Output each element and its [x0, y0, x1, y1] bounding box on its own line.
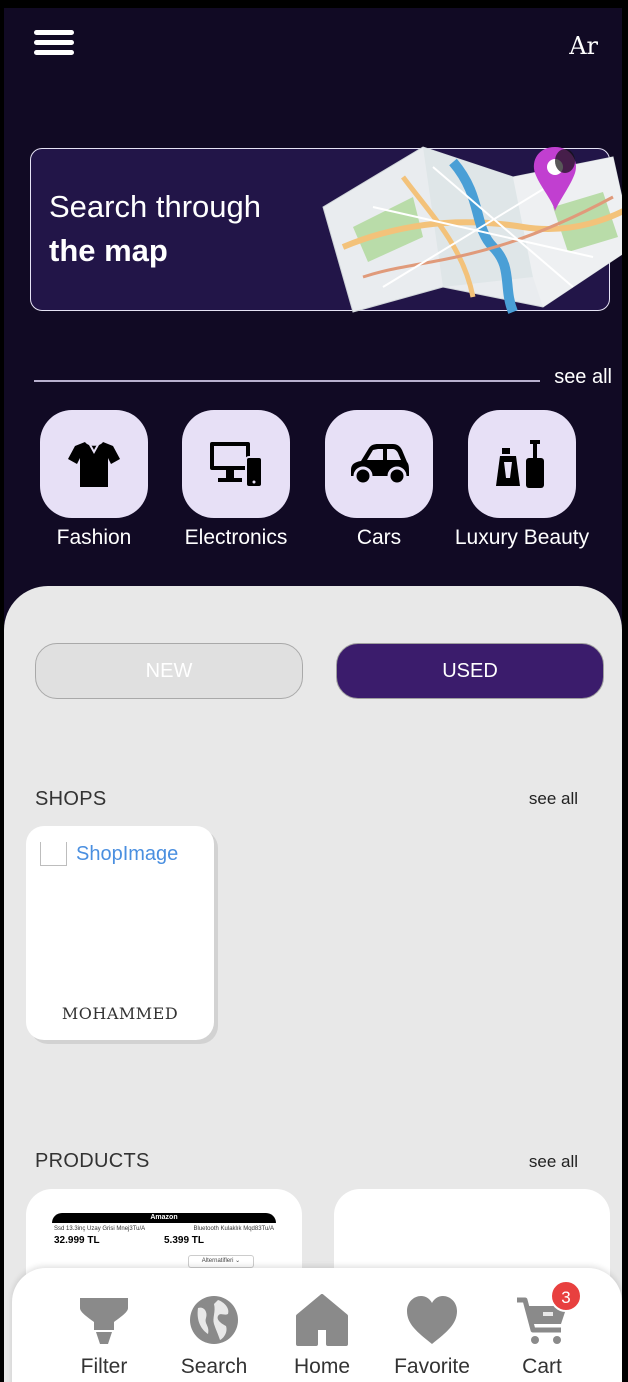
product-thumb-select: Alternatifleri ⌄	[188, 1255, 254, 1268]
product-thumb-names: Ssd 13.3inç Uzay Grisi Mnej3Tu/A Bluetoo…	[52, 1226, 276, 1232]
nav-label: Filter	[80, 1355, 128, 1378]
nav-home[interactable]: Home	[272, 1294, 372, 1379]
map-banner-line1: Search through	[49, 189, 261, 224]
globe-icon	[190, 1296, 238, 1344]
category-cars[interactable]: Cars	[307, 410, 451, 550]
bottom-navigation: Filter Search Home Favorite 3 Cart	[12, 1268, 622, 1382]
nav-search[interactable]: Search	[164, 1294, 264, 1379]
used-toggle-button[interactable]: USED	[336, 643, 604, 699]
nav-filter[interactable]: Filter	[54, 1294, 154, 1379]
perfume-icon	[496, 440, 544, 488]
new-toggle-button[interactable]: NEW	[35, 643, 303, 699]
map-banner-line2: the map	[49, 233, 168, 268]
shop-name: MOHAMMED	[61, 1004, 179, 1023]
map-search-banner[interactable]: Search through the map	[30, 146, 622, 314]
nav-cart[interactable]: 3 Cart	[492, 1280, 592, 1379]
cart-count-badge: 3	[550, 1280, 582, 1312]
map-banner-text: Search through the map	[49, 185, 261, 273]
category-tile	[325, 410, 433, 518]
product-thumb-name: Ssd 13.3inç Uzay Grisi Mnej3Tu/A	[54, 1226, 146, 1232]
content-sheet: NEW USED SHOPS see all ShopImage MOHAMME…	[4, 586, 622, 1382]
shirt-icon	[68, 442, 120, 487]
shops-section-title: SHOPS	[35, 788, 107, 810]
nav-label: Search	[180, 1355, 248, 1378]
nav-label: Favorite	[394, 1355, 470, 1378]
products-section-title: PRODUCTS	[35, 1150, 150, 1172]
filter-icon	[80, 1298, 128, 1344]
shop-image-alt-text: ShopImage	[76, 842, 179, 865]
nav-label: Cart	[522, 1355, 562, 1378]
category-electronics[interactable]: Electronics	[164, 410, 308, 550]
shop-card[interactable]: ShopImage MOHAMMED	[26, 826, 214, 1040]
devices-icon	[210, 442, 263, 488]
broken-image-icon	[40, 842, 67, 866]
car-icon	[351, 444, 409, 486]
products-see-all-link[interactable]: see all	[529, 1152, 578, 1172]
language-toggle-button[interactable]: Ar	[569, 32, 598, 60]
product-image: Amazon Ssd 13.3inç Uzay Grisi Mnej3Tu/A …	[52, 1213, 276, 1269]
category-list: Fashion Electronics Cars Luxury Beauty	[34, 410, 614, 550]
category-luxury-beauty[interactable]: Luxury Beauty	[450, 410, 594, 550]
product-thumb-price: 5.399 TL	[164, 1235, 205, 1246]
nav-label: Home	[293, 1355, 351, 1378]
home-icon	[296, 1294, 348, 1346]
category-label: Fashion	[56, 526, 132, 549]
category-label: Electronics	[184, 526, 288, 549]
category-fashion[interactable]: Fashion	[22, 410, 166, 550]
product-thumb-prices: 32.999 TL 5.399 TL	[52, 1235, 276, 1246]
category-tile	[182, 410, 290, 518]
shop-image: ShopImage	[40, 842, 178, 866]
shops-see-all-link[interactable]: see all	[529, 789, 578, 809]
product-thumb-price: 32.999 TL	[54, 1235, 100, 1246]
app-screen: Ar Search through the map see all Fashio…	[4, 8, 622, 1382]
divider	[34, 380, 540, 382]
product-thumb-name: Bluetooth Kulaklık Mqd83Tu/A	[193, 1226, 275, 1232]
category-tile	[468, 410, 576, 518]
nav-favorite[interactable]: Favorite	[382, 1294, 482, 1379]
hamburger-menu-icon[interactable]	[34, 30, 76, 64]
categories-see-all-link[interactable]: see all	[554, 366, 612, 389]
category-label: Cars	[356, 526, 402, 549]
product-thumb-header: Amazon	[52, 1213, 276, 1223]
heart-icon	[407, 1296, 457, 1344]
categories-header: see all	[34, 366, 620, 396]
category-tile	[40, 410, 148, 518]
category-label: Luxury Beauty	[454, 526, 590, 549]
folded-map-illustration	[322, 146, 622, 314]
